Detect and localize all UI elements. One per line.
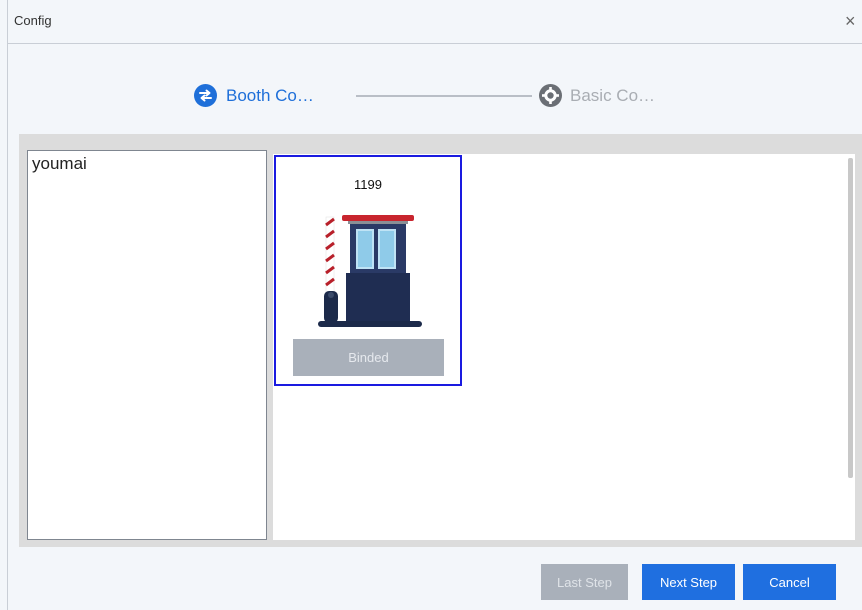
step-booth-config-label: Booth Co… (226, 86, 314, 105)
cancel-button[interactable]: Cancel (743, 564, 836, 600)
close-icon[interactable]: × (845, 10, 862, 32)
list-item[interactable]: youmai (32, 154, 87, 174)
dialog-titlebar: Config × (8, 0, 862, 44)
dialog-title: Config (14, 13, 52, 28)
gear-icon (539, 84, 562, 107)
binded-status-button: Binded (293, 339, 444, 376)
booth-grid: 1199 Binded (273, 154, 855, 540)
toll-booth-icon (318, 215, 422, 327)
swap-arrows-icon (194, 84, 217, 107)
step-indicator: Booth Co… Basic Co… (8, 44, 862, 134)
next-step-button[interactable]: Next Step (642, 564, 735, 600)
step-basic-config-label: Basic Co… (570, 86, 656, 105)
last-step-button[interactable]: Last Step (541, 564, 628, 600)
content-area: youmai 1199 Binded (19, 134, 862, 547)
config-dialog: Config × Booth Co… Basic Co… youmai 1199… (7, 0, 862, 610)
booth-card[interactable]: 1199 Binded (274, 155, 462, 386)
group-list: youmai (27, 150, 267, 540)
vertical-scrollbar[interactable] (848, 158, 853, 478)
booth-id: 1199 (354, 177, 382, 192)
step-connector-line (356, 95, 532, 97)
